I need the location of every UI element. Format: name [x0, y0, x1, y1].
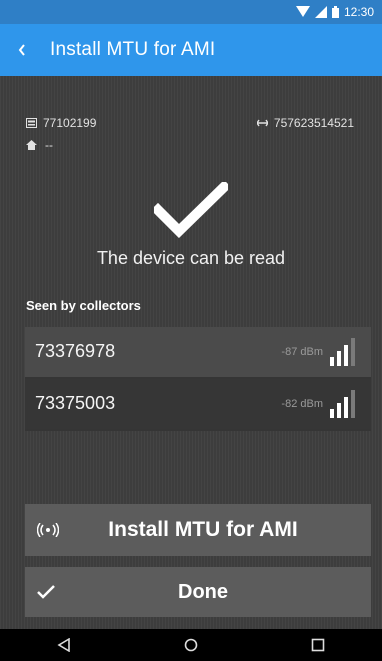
- status-bar: 12:30: [0, 0, 382, 24]
- mtu-device-icon: [26, 118, 37, 128]
- collector-signal-strength: -87 dBm: [281, 346, 323, 358]
- collectors-label: Seen by collectors: [26, 298, 141, 313]
- collector-row[interactable]: 73375003 -82 dBm: [25, 379, 371, 431]
- status-icons: 12:30: [295, 4, 374, 20]
- back-triangle-icon: [57, 638, 70, 652]
- address-value: --: [45, 138, 53, 152]
- nav-back-button[interactable]: [34, 629, 94, 661]
- mtu-id-group: 77102199: [26, 116, 96, 130]
- page-title: Install MTU for AMI: [50, 39, 216, 60]
- result-message: The device can be read: [96, 248, 286, 268]
- home-circle-icon: [184, 638, 198, 652]
- done-label: Done: [178, 580, 228, 603]
- home-icon: [26, 140, 37, 150]
- nav-home-button[interactable]: [161, 629, 221, 661]
- done-button[interactable]: Done: [25, 567, 371, 617]
- chevron-left-icon: [18, 44, 25, 56]
- install-mtu-label: Install MTU for AMI: [108, 518, 298, 541]
- install-mtu-button[interactable]: Install MTU for AMI: [25, 504, 371, 556]
- mtu-id: 77102199: [43, 116, 97, 130]
- navigation-bar: [0, 629, 382, 661]
- back-button[interactable]: [0, 24, 44, 76]
- device-ids: 77102199 757623514521: [26, 116, 354, 132]
- collector-row[interactable]: 73376978 -87 dBm: [25, 327, 371, 379]
- success-indicator: [0, 182, 382, 240]
- broadcast-icon: [37, 504, 59, 556]
- collector-list: 73376978 -87 dBm 73375003 -82 dBm: [25, 327, 371, 431]
- recents-square-icon: [312, 638, 325, 652]
- signal-bars-icon: [330, 390, 355, 418]
- cell-signal-icon: [314, 6, 327, 18]
- checkmark-icon: [154, 182, 228, 238]
- wifi-icon: [295, 6, 310, 17]
- collector-id: 73376978: [35, 341, 116, 361]
- collector-signal-strength: -82 dBm: [281, 398, 323, 410]
- collector-id: 73375003: [35, 393, 116, 413]
- check-icon: [37, 567, 55, 617]
- address-row: --: [26, 138, 53, 152]
- status-time: 12:30: [343, 5, 374, 19]
- nav-recents-button[interactable]: [288, 629, 348, 661]
- signal-bars-icon: [330, 338, 355, 366]
- meter-id: 757623514521: [273, 116, 354, 130]
- battery-icon: [331, 6, 339, 18]
- meter-id-group: 757623514521: [256, 116, 354, 130]
- main-content: 77102199 757623514521 -- The device can …: [0, 76, 382, 629]
- meter-link-icon: [256, 119, 268, 127]
- app-bar: Install MTU for AMI: [0, 24, 382, 76]
